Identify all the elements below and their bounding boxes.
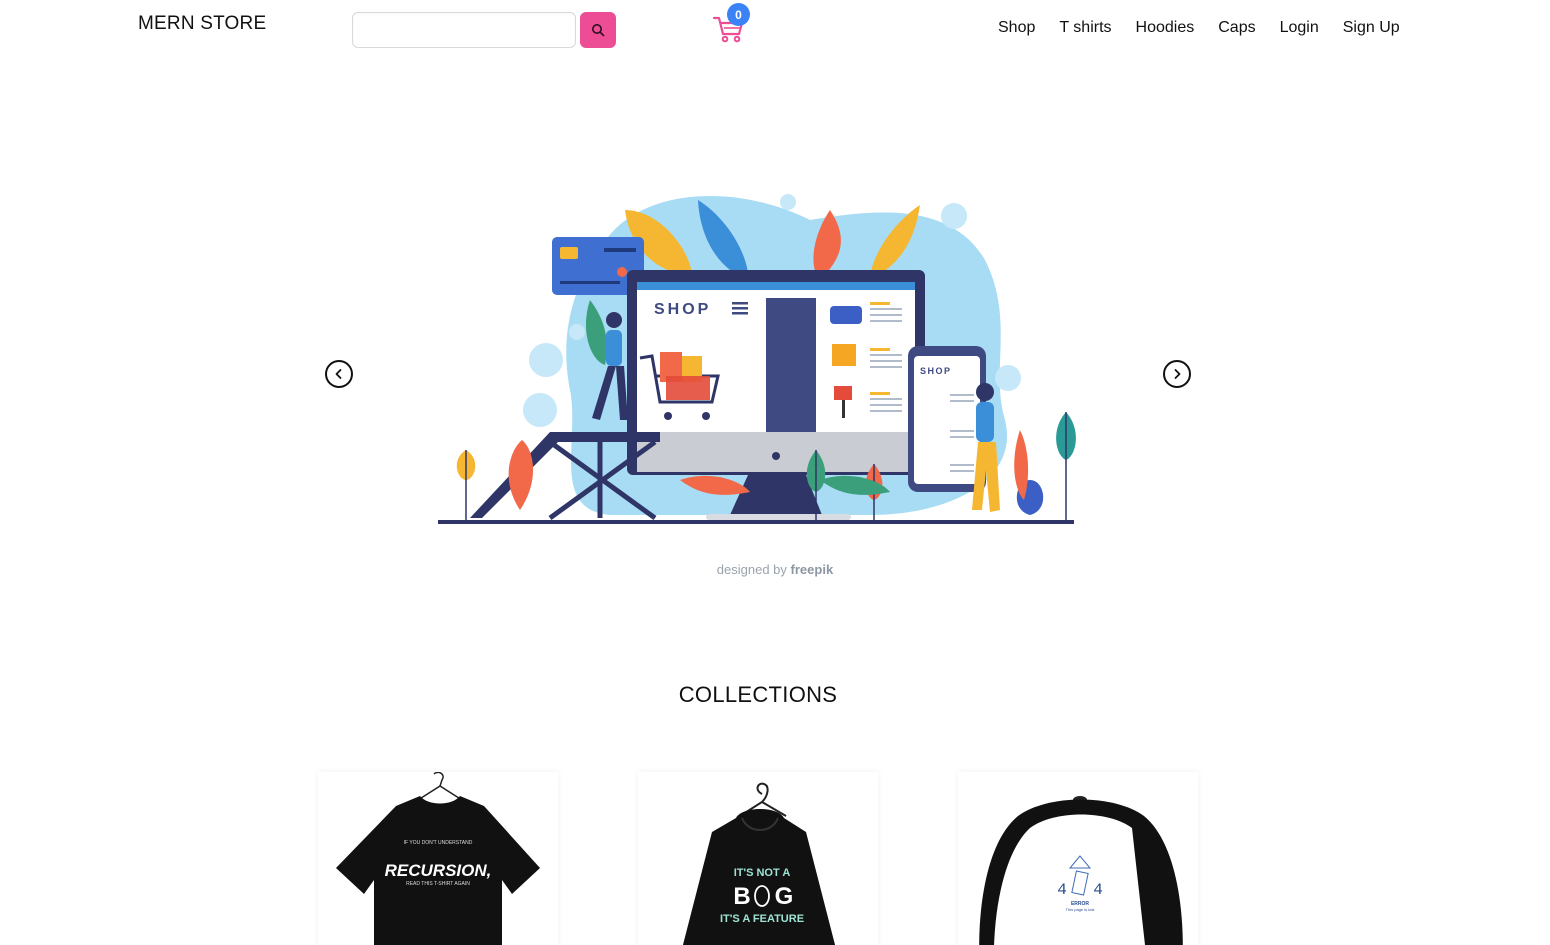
cap-code-a: 4 [1057, 881, 1067, 899]
collection-card-hoodies[interactable]: IT'S NOT A B G IT'S A FEATURE [638, 772, 878, 945]
shirt-text-bottom: READ THIS T-SHIRT AGAIN [406, 881, 470, 887]
nav-signup[interactable]: Sign Up [1343, 19, 1400, 37]
collection-card-tshirts[interactable]: IF YOU DON'T UNDERSTAND RECURSION, READ … [318, 772, 558, 945]
chevron-left-icon [335, 369, 342, 379]
hoodie-letter-g: G [775, 883, 794, 910]
search-input[interactable] [352, 12, 576, 48]
nav-shop[interactable]: Shop [998, 19, 1035, 37]
search-icon [592, 24, 605, 37]
hoodie-line1: IT'S NOT A [734, 867, 791, 879]
nav-caps[interactable]: Caps [1218, 19, 1255, 37]
nav-hoodies[interactable]: Hoodies [1136, 19, 1195, 37]
hoodie-line3: IT'S A FEATURE [720, 913, 804, 925]
hoodie-letter-b: B [733, 883, 750, 910]
recursion-tshirt-image: IF YOU DON'T UNDERSTAND RECURSION, READ … [336, 772, 540, 945]
image-credit: designed by freepik [0, 562, 1550, 577]
cart-count-badge: 0 [727, 3, 750, 26]
brand-logo[interactable]: MERN STORE [138, 13, 266, 35]
cap-code-b: 4 [1093, 881, 1103, 899]
cap-sub-text: This page is lost [1066, 907, 1096, 912]
collections-title: COLLECTIONS [678, 682, 838, 707]
nav-login[interactable]: Login [1280, 19, 1319, 37]
bug-hoodie-image: IT'S NOT A B G IT'S A FEATURE [682, 782, 836, 945]
collection-card-caps[interactable]: 4 4 ERROR This page is lost [958, 772, 1198, 945]
credit-prefix: designed by [716, 562, 787, 577]
credit-brand: freepik [790, 562, 834, 577]
carousel-prev-button[interactable] [325, 360, 353, 388]
nav-tshirts[interactable]: T shirts [1059, 19, 1111, 37]
phone-shop-title: SHOP [920, 366, 952, 376]
search-button[interactable] [580, 12, 616, 48]
shirt-text-top: IF YOU DON'T UNDERSTAND [404, 840, 473, 846]
carousel-next-button[interactable] [1163, 360, 1191, 388]
hero-illustration: SHOP SHOP [438, 194, 1076, 524]
chevron-right-icon [1174, 369, 1181, 379]
shirt-text-main: RECURSION, [385, 861, 492, 880]
main-nav: Shop T shirts Hoodies Caps Login Sign Up [986, 19, 1412, 37]
screen-shop-title: SHOP [654, 301, 711, 318]
404-cap-image: 4 4 ERROR This page is lost [979, 796, 1183, 945]
